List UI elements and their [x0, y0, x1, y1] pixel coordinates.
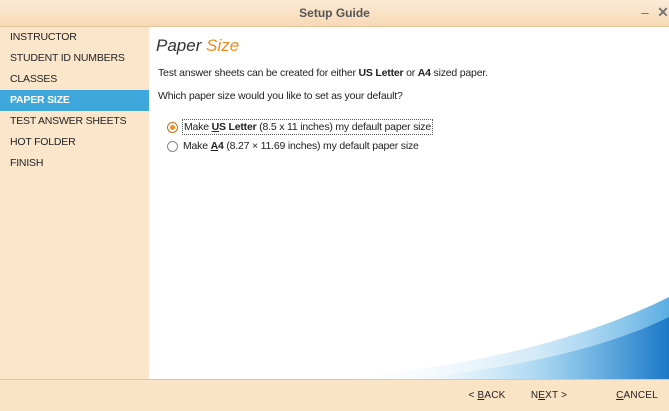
- option-post: (8.5 x 11 inches) my default paper size: [259, 121, 431, 133]
- desc-a4: A4: [417, 67, 431, 79]
- description-text: Test answer sheets can be created for ei…: [158, 67, 488, 79]
- content-panel: Paper Size Test answer sheets can be cre…: [149, 27, 669, 379]
- desc-prefix: Test answer sheets can be created for ei…: [158, 67, 356, 79]
- footer-bar: < BACK NEXT > CANCEL: [0, 379, 669, 411]
- next-button[interactable]: NEXT >: [524, 385, 574, 407]
- radio-a4[interactable]: [167, 140, 178, 152]
- page-title-part1: Paper: [156, 36, 202, 55]
- option-pre: Make: [184, 121, 209, 133]
- sidebar-item-finish[interactable]: FINISH: [0, 153, 149, 174]
- cancel-button[interactable]: CANCEL: [612, 385, 662, 407]
- sidebar-item-instructor[interactable]: INSTRUCTOR: [0, 27, 149, 48]
- option-keyword: US Letter: [211, 121, 257, 133]
- option-keyword: A4: [210, 140, 224, 152]
- sidebar-nav: INSTRUCTOR STUDENT ID NUMBERS CLASSES PA…: [0, 27, 157, 379]
- radio-us-letter[interactable]: [167, 121, 178, 133]
- page-title: Paper Size: [156, 36, 239, 56]
- option-pre: Make: [183, 140, 208, 152]
- option-a4[interactable]: Make A4 (8.27 × 11.69 inches) my default…: [167, 139, 419, 153]
- page-title-part2: Size: [206, 36, 240, 55]
- decorative-swoosh: [329, 288, 669, 379]
- sidebar-item-student-id-numbers[interactable]: STUDENT ID NUMBERS: [0, 48, 149, 69]
- close-icon[interactable]: ✕: [655, 4, 669, 20]
- option-post: (8.27 × 11.69 inches) my default paper s…: [226, 140, 419, 152]
- minimize-icon[interactable]: –: [637, 5, 653, 21]
- window-title: Setup Guide: [299, 6, 370, 20]
- title-bar: Setup Guide – ✕: [0, 0, 669, 27]
- question-text: Which paper size would you like to set a…: [158, 90, 403, 102]
- sidebar-item-paper-size[interactable]: PAPER SIZE: [0, 90, 157, 111]
- sidebar-item-hot-folder[interactable]: HOT FOLDER: [0, 132, 149, 153]
- desc-suffix: sized paper.: [433, 67, 488, 79]
- option-us-letter[interactable]: Make US Letter (8.5 x 11 inches) my defa…: [167, 119, 433, 135]
- option-us-letter-label[interactable]: Make US Letter (8.5 x 11 inches) my defa…: [182, 119, 433, 135]
- option-a4-label[interactable]: Make A4 (8.27 × 11.69 inches) my default…: [183, 139, 419, 153]
- desc-mid: or: [406, 67, 416, 79]
- desc-us-letter: US Letter: [358, 67, 404, 79]
- back-button[interactable]: < BACK: [463, 385, 511, 407]
- sidebar-item-test-answer-sheets[interactable]: TEST ANSWER SHEETS: [0, 111, 149, 132]
- sidebar-item-classes[interactable]: CLASSES: [0, 69, 149, 90]
